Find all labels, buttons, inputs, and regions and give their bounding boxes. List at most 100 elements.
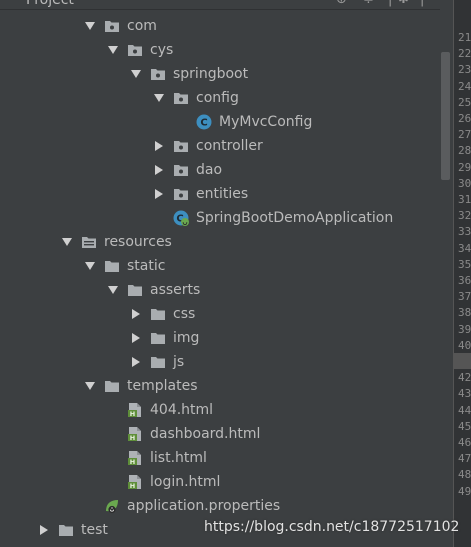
svg-text:H: H <box>130 434 135 442</box>
package-folder-icon <box>173 162 189 178</box>
line-number: 30 <box>458 176 471 190</box>
html-file-icon: H <box>127 474 143 490</box>
tree-item-label: js <box>173 354 185 370</box>
expand-arrow-icon[interactable] <box>85 260 95 272</box>
tree-item-label: application.properties <box>127 498 281 514</box>
svg-text:H: H <box>130 410 135 418</box>
collapse-all-icon[interactable]: ≑ <box>363 0 374 7</box>
expand-arrow-icon[interactable] <box>62 236 72 248</box>
line-number: 23 <box>458 63 471 77</box>
line-number: 37 <box>458 290 471 304</box>
tree-item-label: resources <box>104 234 172 250</box>
collapse-arrow-icon[interactable] <box>154 140 164 152</box>
tree-item-list-html[interactable]: Hlist.html <box>0 446 440 470</box>
tree-item-templates[interactable]: templates <box>0 374 440 398</box>
line-number: 33 <box>458 225 471 239</box>
folder-icon <box>104 258 120 274</box>
folder-icon <box>150 306 166 322</box>
folder-icon <box>104 378 120 394</box>
arrow-placeholder <box>85 500 95 512</box>
line-number: 40 <box>458 338 471 352</box>
current-line-highlight <box>453 353 471 369</box>
tree-item-dashboard-html[interactable]: Hdashboard.html <box>0 422 440 446</box>
hide-panel-icon[interactable]: | <box>420 0 424 7</box>
tree-item-cys[interactable]: cys <box>0 38 440 62</box>
project-tree[interactable]: com cys springboot config C MyMvcConfig contro… <box>0 14 440 547</box>
tree-item-label: MyMvcConfig <box>219 114 313 130</box>
line-number: 22 <box>458 47 471 61</box>
arrow-placeholder <box>108 428 118 440</box>
tree-item-springbootdemoapplication[interactable]: C SpringBootDemoApplication <box>0 206 440 230</box>
tree-item-dao[interactable]: dao <box>0 158 440 182</box>
tree-item-config[interactable]: config <box>0 86 440 110</box>
spring-properties-file-icon <box>104 498 120 514</box>
line-number: 21 <box>458 31 471 44</box>
tree-item-css[interactable]: css <box>0 302 440 326</box>
tree-item-js[interactable]: js <box>0 350 440 374</box>
collapse-arrow-icon[interactable] <box>131 308 141 320</box>
tree-item-asserts[interactable]: asserts <box>0 278 440 302</box>
package-folder-icon <box>173 186 189 202</box>
panel-title[interactable]: Project <box>26 0 74 8</box>
tree-item-img[interactable]: img <box>0 326 440 350</box>
collapse-arrow-icon[interactable] <box>154 188 164 200</box>
folder-icon <box>150 330 166 346</box>
tree-item-label: static <box>127 258 166 274</box>
tree-item-label: config <box>196 90 239 106</box>
gear-icon[interactable]: ✱ <box>398 0 409 7</box>
tree-item-label: dao <box>196 162 223 178</box>
package-folder-icon <box>150 66 166 82</box>
collapse-arrow-icon[interactable] <box>39 524 49 536</box>
expand-arrow-icon[interactable] <box>85 20 95 32</box>
expand-arrow-icon[interactable] <box>131 68 141 80</box>
tree-item-label: img <box>173 330 200 346</box>
separator-icon: | <box>388 0 392 7</box>
svg-text:H: H <box>130 458 135 466</box>
expand-arrow-icon[interactable] <box>108 44 118 56</box>
line-number: 45 <box>458 419 471 433</box>
line-number: 44 <box>458 403 471 417</box>
html-file-icon: H <box>127 450 143 466</box>
package-folder-icon <box>104 18 120 34</box>
tree-item-404-html[interactable]: H 404.html <box>0 398 440 422</box>
line-number: 38 <box>458 306 471 320</box>
tree-item-label: springboot <box>173 66 249 82</box>
line-number: 42 <box>458 371 471 385</box>
package-folder-icon <box>173 90 189 106</box>
svg-text:C: C <box>200 118 207 129</box>
sync-icon[interactable]: ⊕ <box>336 0 347 7</box>
arrow-placeholder <box>108 452 118 464</box>
tree-item-label: login.html <box>150 474 221 490</box>
collapse-arrow-icon[interactable] <box>154 164 164 176</box>
scrollbar-thumb[interactable] <box>441 52 450 180</box>
tree-item-static[interactable]: static <box>0 254 440 278</box>
tree-item-login-html[interactable]: Hlogin.html <box>0 470 440 494</box>
tree-item-com[interactable]: com <box>0 14 440 38</box>
tree-item-resources[interactable]: resources <box>0 230 440 254</box>
tree-item-label: controller <box>196 138 263 154</box>
collapse-arrow-icon[interactable] <box>131 356 141 368</box>
line-number: 48 <box>458 468 471 482</box>
tree-item-entities[interactable]: entities <box>0 182 440 206</box>
line-number: 49 <box>458 484 471 498</box>
arrow-placeholder <box>108 476 118 488</box>
line-number: 46 <box>458 436 471 449</box>
tree-item-label: dashboard.html <box>150 426 261 442</box>
tree-item-springboot[interactable]: springboot <box>0 62 440 86</box>
header-divider <box>0 9 453 10</box>
editor-line-number-gutter: 21 22 23 24 25 26 27 28 29 30 31 32 33 34 35 36 37 38 39 40… <box>453 0 471 547</box>
expand-arrow-icon[interactable] <box>108 284 118 296</box>
tree-item-controller[interactable]: controller <box>0 134 440 158</box>
folder-icon <box>150 354 166 370</box>
arrow-placeholder <box>154 212 164 224</box>
expand-arrow-icon[interactable] <box>85 380 95 392</box>
tree-item-application-properties[interactable]: application.properties <box>0 494 440 518</box>
expand-arrow-icon[interactable] <box>154 92 164 104</box>
collapse-arrow-icon[interactable] <box>131 332 141 344</box>
line-number: 36 <box>458 274 471 287</box>
tree-item-mymvcconfig[interactable]: C MyMvcConfig <box>0 110 440 134</box>
line-number: 47 <box>458 452 471 466</box>
folder-icon <box>58 522 74 538</box>
line-number: 39 <box>458 322 471 336</box>
tree-item-label: templates <box>127 378 198 394</box>
